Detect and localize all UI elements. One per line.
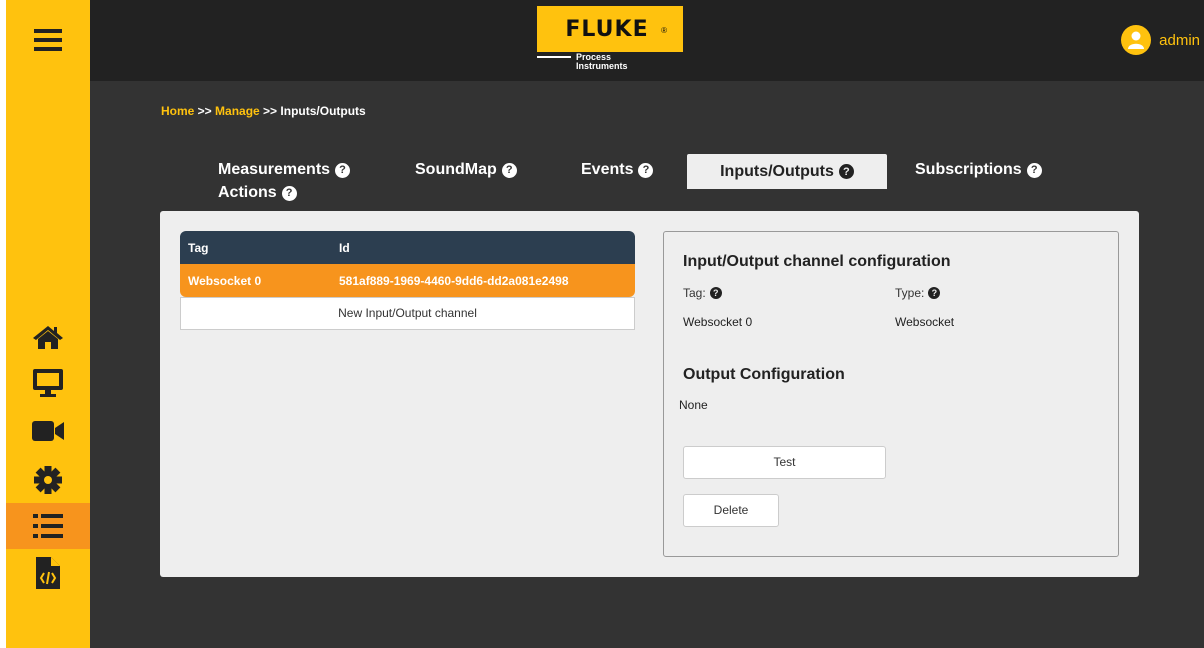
table-header: Tag Id bbox=[180, 231, 635, 264]
tab-inputs-outputs[interactable]: Inputs/Outputs? bbox=[687, 154, 887, 189]
breadcrumb-manage[interactable]: Manage bbox=[215, 104, 260, 118]
content-panel: Tag Id Websocket 0 581af889-1969-4460-9d… bbox=[160, 211, 1139, 577]
help-icon[interactable]: ? bbox=[281, 185, 297, 201]
test-button[interactable]: Test bbox=[683, 446, 886, 479]
breadcrumb-sep: >> bbox=[194, 104, 216, 118]
tab-label: Subscriptions bbox=[915, 161, 1022, 178]
tab-label: Inputs/Outputs bbox=[720, 162, 834, 180]
hamburger-menu-icon[interactable] bbox=[6, 17, 90, 63]
logo-brand: FLUKE bbox=[565, 16, 649, 42]
logo-registered-mark: ® bbox=[661, 26, 667, 35]
tag-value: Websocket 0 bbox=[683, 315, 753, 329]
home-icon[interactable] bbox=[6, 314, 90, 360]
help-icon[interactable]: ? bbox=[928, 287, 941, 299]
tab-subscriptions[interactable]: Subscriptions? bbox=[915, 161, 1042, 179]
cell-id: 581af889-1969-4460-9dd6-dd2a081e2498 bbox=[339, 273, 569, 288]
help-icon[interactable]: ? bbox=[709, 287, 722, 299]
fluke-logo: FLUKE ® Process Instruments bbox=[537, 6, 683, 74]
top-header: FLUKE ® Process Instruments admin bbox=[90, 0, 1204, 81]
config-title: Input/Output channel configuration bbox=[683, 253, 951, 270]
type-value: Websocket bbox=[895, 315, 955, 329]
type-label: Type:? bbox=[895, 286, 941, 300]
tab-label: SoundMap bbox=[415, 161, 497, 178]
tab-events[interactable]: Events? bbox=[581, 161, 654, 179]
output-config-value: None bbox=[679, 398, 708, 412]
help-icon[interactable]: ? bbox=[501, 162, 517, 178]
video-camera-icon[interactable] bbox=[6, 408, 90, 454]
tag-label-text: Tag: bbox=[683, 286, 706, 300]
help-icon[interactable]: ? bbox=[335, 162, 351, 178]
output-config-title: Output Configuration bbox=[683, 366, 845, 383]
tab-actions[interactable]: Actions? bbox=[218, 184, 297, 202]
cell-tag: Websocket 0 bbox=[188, 273, 262, 288]
logo-sub-2: Instruments bbox=[576, 61, 628, 71]
monitor-icon[interactable] bbox=[6, 360, 90, 406]
table-row[interactable]: Websocket 0 581af889-1969-4460-9dd6-dd2a… bbox=[180, 264, 635, 297]
help-icon[interactable]: ? bbox=[638, 162, 654, 178]
channel-table: Tag Id Websocket 0 581af889-1969-4460-9d… bbox=[180, 231, 635, 330]
type-label-text: Type: bbox=[895, 286, 925, 300]
code-file-icon[interactable] bbox=[6, 550, 90, 596]
breadcrumb-sep: >> bbox=[259, 104, 281, 118]
column-header-tag: Tag bbox=[188, 240, 209, 255]
tab-label: Measurements bbox=[218, 161, 331, 178]
help-icon[interactable]: ? bbox=[838, 164, 854, 179]
user-menu[interactable]: admin bbox=[1121, 25, 1200, 55]
list-icon[interactable] bbox=[6, 503, 90, 549]
user-name: admin bbox=[1159, 31, 1200, 49]
main-content: Home >> Manage >> Inputs/Outputs Measure… bbox=[90, 81, 1204, 648]
sidebar bbox=[6, 0, 90, 648]
tab-soundmap[interactable]: SoundMap? bbox=[415, 161, 517, 179]
breadcrumb-home[interactable]: Home bbox=[161, 104, 194, 118]
gear-icon[interactable] bbox=[6, 457, 90, 503]
tab-label: Events bbox=[581, 161, 634, 178]
tag-label: Tag:? bbox=[683, 286, 722, 300]
breadcrumb-current: Inputs/Outputs bbox=[280, 104, 366, 118]
new-channel-button[interactable]: New Input/Output channel bbox=[180, 297, 635, 330]
help-icon[interactable]: ? bbox=[1026, 162, 1042, 178]
user-avatar-icon bbox=[1121, 25, 1152, 55]
column-header-id: Id bbox=[339, 240, 350, 255]
channel-config-panel: Input/Output channel configuration Tag:?… bbox=[663, 231, 1119, 557]
breadcrumb: Home >> Manage >> Inputs/Outputs bbox=[161, 104, 366, 118]
tab-measurements[interactable]: Measurements? bbox=[218, 161, 351, 179]
tab-label: Actions bbox=[218, 184, 277, 201]
delete-button[interactable]: Delete bbox=[683, 494, 779, 527]
